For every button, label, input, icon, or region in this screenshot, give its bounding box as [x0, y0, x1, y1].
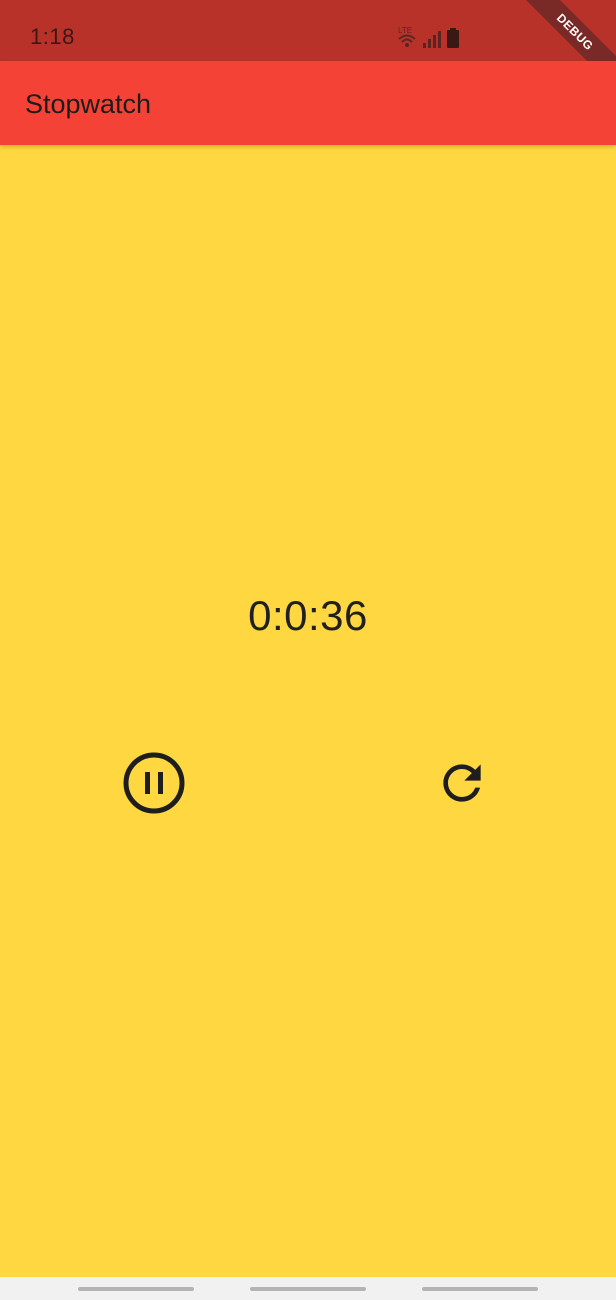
app-title: Stopwatch	[25, 89, 152, 119]
battery-icon	[446, 28, 460, 48]
nav-pill-right[interactable]	[422, 1287, 538, 1291]
network-label: LTE	[398, 26, 412, 35]
timer-display: 0:0:36	[248, 592, 368, 639]
pause-button[interactable]	[119, 748, 189, 818]
nav-pill-center[interactable]	[250, 1287, 366, 1291]
status-time: 1:18	[30, 24, 75, 49]
status-icons: LTE	[396, 26, 460, 48]
navigation-bar	[0, 1277, 616, 1300]
pause-circle-icon	[123, 752, 185, 814]
refresh-icon	[443, 764, 481, 802]
signal-icon	[422, 28, 442, 48]
wifi-icon: LTE	[396, 26, 418, 48]
reset-button[interactable]	[427, 748, 497, 818]
app-bar: Stopwatch	[0, 61, 616, 145]
status-bar: 1:18 LTE DEBUG	[0, 0, 616, 94]
nav-pill-left[interactable]	[78, 1287, 194, 1291]
